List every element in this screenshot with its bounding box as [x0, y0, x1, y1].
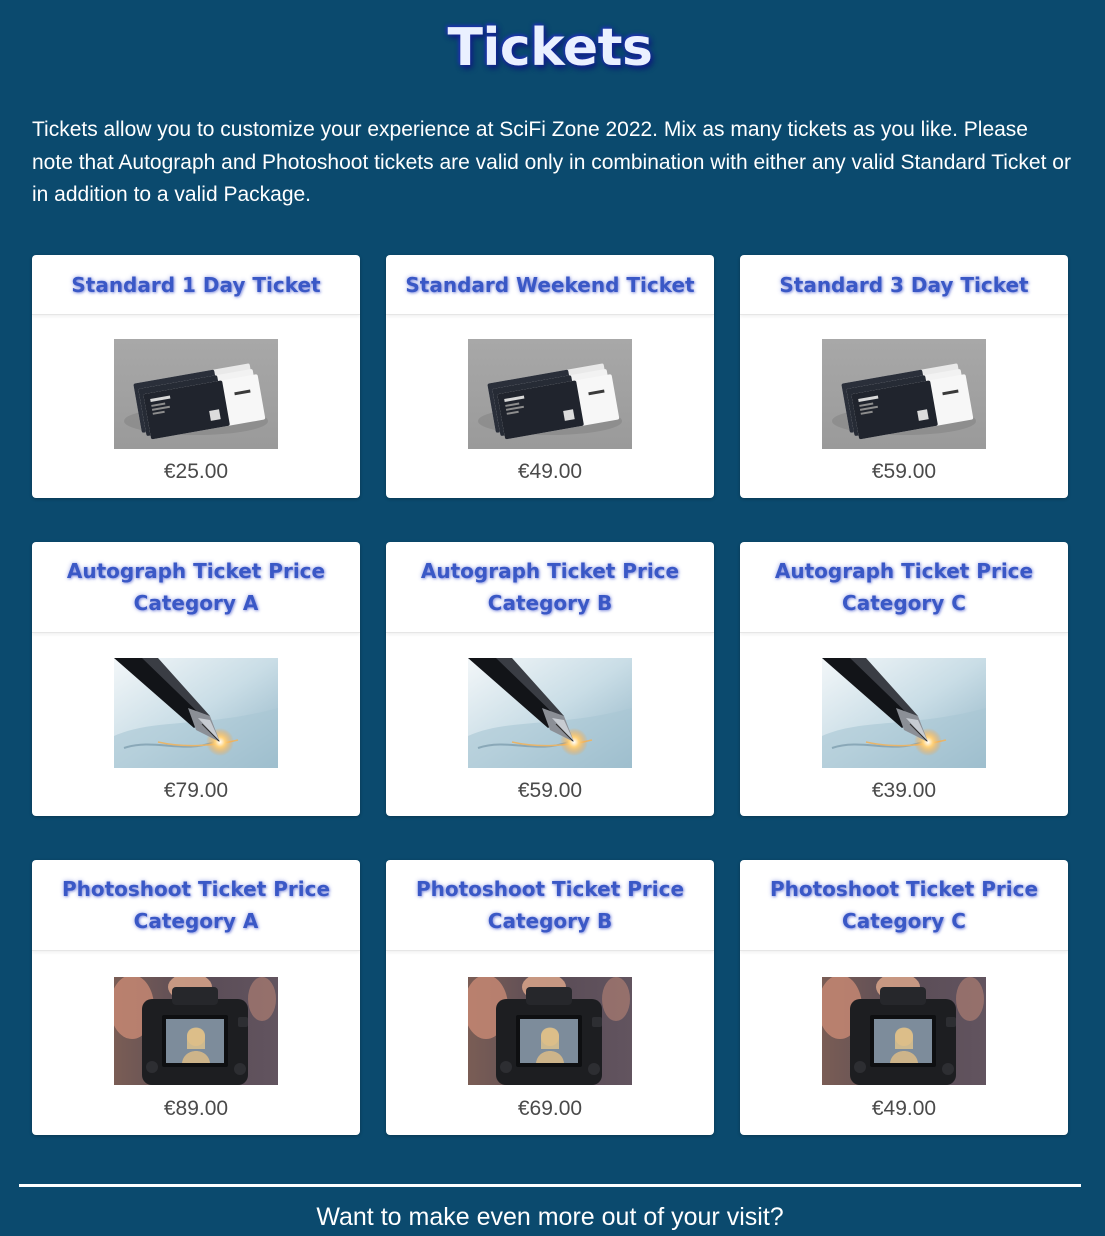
ticket-title[interactable]: Photoshoot Ticket Price Category A: [48, 873, 344, 937]
camera-image: [468, 977, 632, 1085]
ticket-stack-image: [114, 339, 278, 449]
ticket-price: €39.00: [871, 779, 937, 802]
ticket-card-header: Autograph Ticket Price Category B: [386, 542, 714, 633]
ticket-price: €59.00: [871, 460, 937, 483]
fountain-pen-image: [468, 658, 632, 768]
ticket-title[interactable]: Standard Weekend Ticket: [405, 269, 694, 301]
page-title: Tickets: [447, 18, 653, 78]
intro-paragraph: Tickets allow you to customize your expe…: [32, 118, 1071, 206]
ticket-card-header: Autograph Ticket Price Category C: [740, 542, 1068, 633]
ticket-card[interactable]: Photoshoot Ticket Price Category A €89.0…: [32, 860, 360, 1135]
camera-image: [114, 977, 278, 1085]
ticket-price: €49.00: [517, 460, 583, 483]
ticket-card-header: Photoshoot Ticket Price Category C: [740, 860, 1068, 951]
ticket-price: €79.00: [163, 779, 229, 802]
ticket-card-header: Standard 3 Day Ticket: [740, 255, 1068, 315]
ticket-card[interactable]: Photoshoot Ticket Price Category B €69.0…: [386, 860, 714, 1135]
fountain-pen-image: [822, 658, 986, 768]
ticket-price: €89.00: [163, 1097, 229, 1120]
ticket-card[interactable]: Autograph Ticket Price Category C €39.00: [740, 542, 1068, 816]
ticket-card-header: Standard 1 Day Ticket: [32, 255, 360, 315]
more-visit-heading: Want to make even more out of your visit…: [316, 1203, 784, 1231]
ticket-card-header: Photoshoot Ticket Price Category B: [386, 860, 714, 951]
ticket-stack-image: [468, 339, 632, 449]
ticket-card[interactable]: Standard 3 Day Ticket €59.00: [740, 255, 1068, 498]
ticket-price: €69.00: [517, 1097, 583, 1120]
section-divider: [19, 1184, 1081, 1187]
ticket-stack-image: [822, 339, 986, 449]
ticket-card[interactable]: Standard 1 Day Ticket €25.00: [32, 255, 360, 498]
fountain-pen-image: [114, 658, 278, 768]
ticket-card[interactable]: Autograph Ticket Price Category A €79.00: [32, 542, 360, 816]
ticket-title[interactable]: Autograph Ticket Price Category B: [402, 555, 698, 619]
ticket-card-header: Autograph Ticket Price Category A: [32, 542, 360, 633]
ticket-title[interactable]: Standard 1 Day Ticket: [71, 269, 320, 301]
ticket-title[interactable]: Standard 3 Day Ticket: [779, 269, 1028, 301]
ticket-card[interactable]: Standard Weekend Ticket €49.00: [386, 255, 714, 498]
ticket-price: €25.00: [163, 460, 229, 483]
ticket-card-header: Photoshoot Ticket Price Category A: [32, 860, 360, 951]
tickets-page: Tickets Tickets allow you to customize y…: [0, 0, 1105, 1236]
ticket-title[interactable]: Autograph Ticket Price Category A: [48, 555, 344, 619]
ticket-title[interactable]: Photoshoot Ticket Price Category B: [402, 873, 698, 937]
camera-image: [822, 977, 986, 1085]
ticket-price: €49.00: [871, 1097, 937, 1120]
ticket-card[interactable]: Autograph Ticket Price Category B €59.00: [386, 542, 714, 816]
ticket-card[interactable]: Photoshoot Ticket Price Category C €49.0…: [740, 860, 1068, 1135]
ticket-title[interactable]: Autograph Ticket Price Category C: [756, 555, 1052, 619]
ticket-card-header: Standard Weekend Ticket: [386, 255, 714, 315]
ticket-title[interactable]: Photoshoot Ticket Price Category C: [756, 873, 1052, 937]
ticket-price: €59.00: [517, 779, 583, 802]
